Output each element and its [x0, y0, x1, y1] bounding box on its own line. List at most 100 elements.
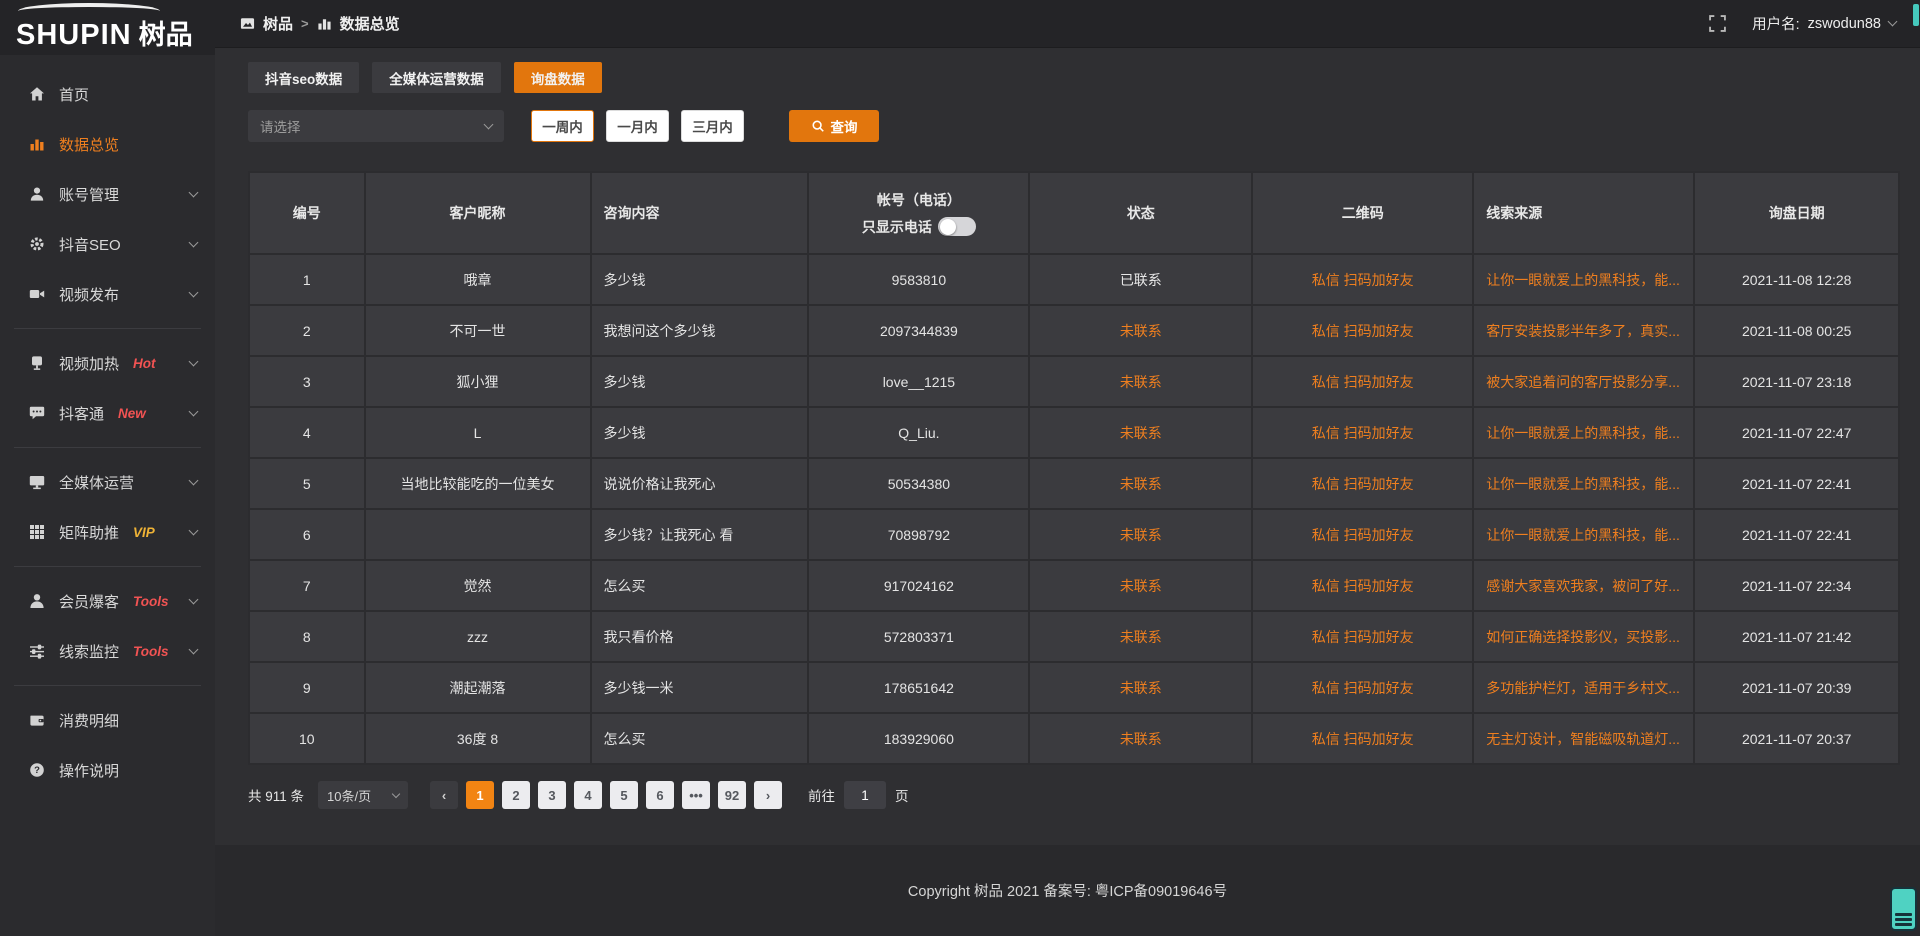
- tab-douyin-seo-data[interactable]: 抖音seo数据: [248, 62, 359, 93]
- cell-source-link[interactable]: 如何正确选择投影仪，买投影...: [1473, 611, 1694, 662]
- cell-source-link[interactable]: 多功能护栏灯，适用于乡村文...: [1473, 662, 1694, 713]
- tab-inquiry-data[interactable]: 询盘数据: [514, 62, 602, 93]
- cell-source-link[interactable]: 被大家追着问的客厅投影分享...: [1473, 356, 1694, 407]
- page-size-select[interactable]: 10条/页: [318, 781, 408, 809]
- cell-source-link[interactable]: 让你一眼就爱上的黑科技，能...: [1473, 509, 1694, 560]
- gear-icon: [28, 236, 45, 253]
- page-button-4[interactable]: 4: [574, 781, 602, 809]
- cell-qrcode-link[interactable]: 私信 扫码加好友: [1252, 407, 1473, 458]
- breadcrumb-current[interactable]: 数据总览: [317, 13, 400, 34]
- floating-widget[interactable]: [1890, 887, 1917, 931]
- query-button[interactable]: 查询: [789, 110, 879, 142]
- cell-qrcode-link[interactable]: 私信 扫码加好友: [1252, 611, 1473, 662]
- cell-no: 9: [249, 662, 365, 713]
- sidebar-divider: [14, 566, 201, 567]
- cell-nickname: 狐小狸: [365, 356, 591, 407]
- filter-bar: 请选择 一周内 一月内 三月内 查询: [248, 110, 1900, 142]
- page-button-1[interactable]: 1: [466, 781, 494, 809]
- cell-qrcode-link[interactable]: 私信 扫码加好友: [1252, 560, 1473, 611]
- goto-page-input[interactable]: [844, 781, 886, 809]
- goto-page: 前往 页: [808, 781, 909, 809]
- cell-status: 未联系: [1029, 662, 1252, 713]
- range-month-button[interactable]: 一月内: [606, 110, 669, 142]
- sidebar: SHUPIN 树品 首页 数据总览 账号管理: [0, 0, 215, 936]
- screen-icon: [28, 355, 45, 372]
- tab-media-operation-data[interactable]: 全媒体运营数据: [372, 62, 501, 93]
- status-badge: 未联系: [1120, 629, 1162, 645]
- cell-qrcode-link[interactable]: 私信 扫码加好友: [1252, 662, 1473, 713]
- cell-qrcode-link[interactable]: 私信 扫码加好友: [1252, 305, 1473, 356]
- chevron-down-icon: [484, 120, 494, 130]
- cell-nickname: 哦章: [365, 254, 591, 305]
- cell-source-link[interactable]: 客厅安装投影半年多了，真实...: [1473, 305, 1694, 356]
- cell-qrcode-link[interactable]: 私信 扫码加好友: [1252, 356, 1473, 407]
- cell-no: 3: [249, 356, 365, 407]
- cell-qrcode-link[interactable]: 私信 扫码加好友: [1252, 713, 1473, 764]
- sidebar-item-video-publish[interactable]: 视频发布: [0, 269, 215, 319]
- cell-date: 2021-11-07 23:18: [1694, 356, 1899, 407]
- cell-no: 7: [249, 560, 365, 611]
- cell-content: 多少钱: [591, 356, 809, 407]
- sidebar-item-video-heat[interactable]: 视频加热 Hot: [0, 338, 215, 388]
- cell-status: 未联系: [1029, 611, 1252, 662]
- prev-page-button[interactable]: ‹: [430, 781, 458, 809]
- new-badge: New: [118, 406, 146, 421]
- breadcrumb-root[interactable]: 树品: [240, 13, 293, 34]
- member-icon: [28, 593, 45, 610]
- cell-account: love__1215: [808, 356, 1029, 407]
- cell-account: 70898792: [808, 509, 1029, 560]
- sidebar-item-instructions[interactable]: ? 操作说明: [0, 745, 215, 795]
- sidebar-item-label: 会员爆客: [59, 591, 119, 612]
- date-range-group: 一周内 一月内 三月内: [531, 110, 744, 142]
- page-ellipsis-button[interactable]: •••: [682, 781, 710, 809]
- cell-qrcode-link[interactable]: 私信 扫码加好友: [1252, 254, 1473, 305]
- page-button-5[interactable]: 5: [610, 781, 638, 809]
- cell-qrcode-link[interactable]: 私信 扫码加好友: [1252, 458, 1473, 509]
- sidebar-item-account-mgmt[interactable]: 账号管理: [0, 169, 215, 219]
- cell-content: 怎么买: [591, 713, 809, 764]
- range-quarter-button[interactable]: 三月内: [681, 110, 744, 142]
- status-badge: 未联系: [1120, 425, 1162, 441]
- sidebar-item-data-overview[interactable]: 数据总览: [0, 119, 215, 169]
- sidebar-item-consumption-detail[interactable]: 消费明细: [0, 695, 215, 745]
- cell-source-link[interactable]: 无主灯设计，智能磁吸轨道灯...: [1473, 713, 1694, 764]
- range-week-button[interactable]: 一周内: [531, 110, 594, 142]
- col-header-qrcode: 二维码: [1252, 172, 1473, 254]
- col-header-nickname: 客户昵称: [365, 172, 591, 254]
- sidebar-item-douyin-seo[interactable]: 抖音SEO: [0, 219, 215, 269]
- goto-label: 前往: [808, 785, 835, 805]
- fullscreen-icon[interactable]: [1709, 15, 1726, 32]
- sidebar-item-media-operation[interactable]: 全媒体运营: [0, 457, 215, 507]
- svg-text:?: ?: [34, 765, 40, 776]
- photo-icon: [240, 16, 255, 31]
- page-button-92[interactable]: 92: [718, 781, 746, 809]
- cell-qrcode-link[interactable]: 私信 扫码加好友: [1252, 509, 1473, 560]
- cell-date: 2021-11-07 22:34: [1694, 560, 1899, 611]
- page-button-6[interactable]: 6: [646, 781, 674, 809]
- cell-source-link[interactable]: 让你一眼就爱上的黑科技，能...: [1473, 458, 1694, 509]
- sidebar-item-lead-monitor[interactable]: 线索监控 Tools: [0, 626, 215, 676]
- sidebar-item-label: 消费明细: [59, 710, 119, 731]
- sidebar-item-member-baoke[interactable]: 会员爆客 Tools: [0, 576, 215, 626]
- cell-source-link[interactable]: 感谢大家喜欢我家，被问了好...: [1473, 560, 1694, 611]
- user-menu[interactable]: 用户名: zswodun88: [1752, 13, 1896, 34]
- phone-only-toggle[interactable]: [938, 217, 976, 236]
- cell-status: 未联系: [1029, 560, 1252, 611]
- chevron-down-icon: [189, 406, 199, 416]
- sidebar-item-label: 操作说明: [59, 760, 119, 781]
- sidebar-item-doketong[interactable]: 抖客通 New: [0, 388, 215, 438]
- next-page-button[interactable]: ›: [754, 781, 782, 809]
- col-header-source: 线索来源: [1473, 172, 1694, 254]
- page-button-2[interactable]: 2: [502, 781, 530, 809]
- page-button-3[interactable]: 3: [538, 781, 566, 809]
- cell-source-link[interactable]: 让你一眼就爱上的黑科技，能...: [1473, 254, 1694, 305]
- cell-source-link[interactable]: 让你一眼就爱上的黑科技，能...: [1473, 407, 1694, 458]
- account-select[interactable]: 请选择: [248, 110, 504, 142]
- sidebar-item-matrix-boost[interactable]: 矩阵助推 VIP: [0, 507, 215, 557]
- sidebar-item-home[interactable]: 首页: [0, 69, 215, 119]
- tools-badge: Tools: [133, 594, 169, 609]
- copyright-text: Copyright 树品 2021 备案号: 粤ICP备09019646号: [908, 880, 1227, 901]
- status-badge: 未联系: [1120, 680, 1162, 696]
- cell-nickname: 36度 8: [365, 713, 591, 764]
- user-icon: [28, 186, 45, 203]
